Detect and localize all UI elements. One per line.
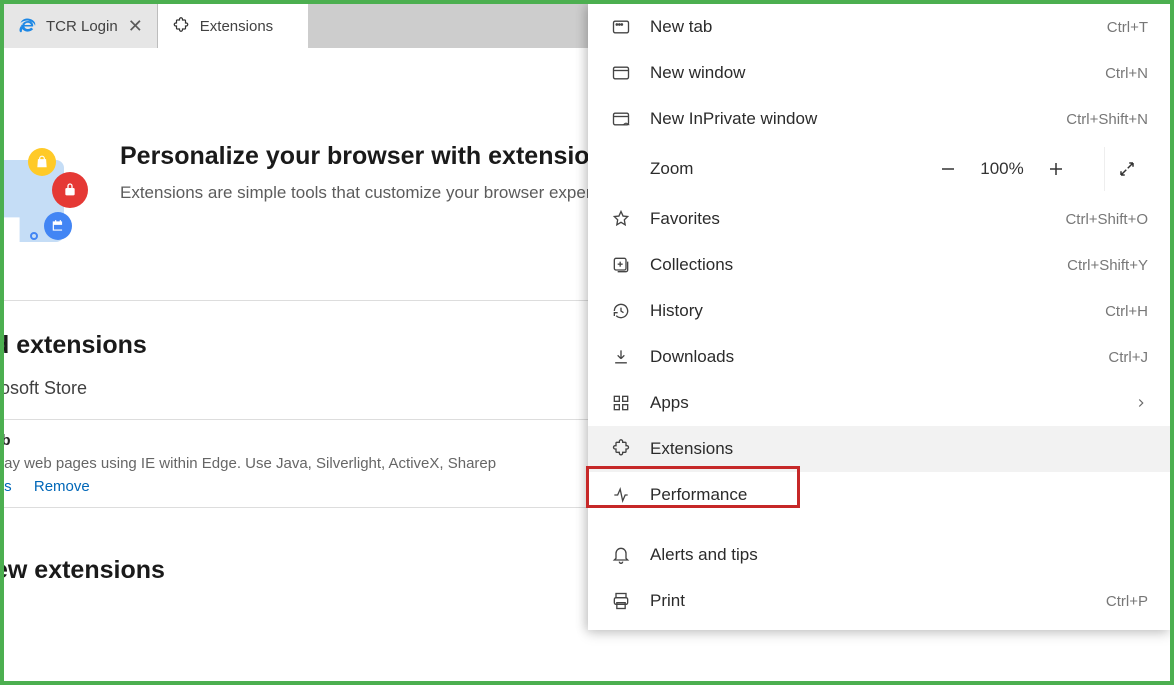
performance-icon xyxy=(610,484,632,506)
extension-icon xyxy=(610,438,632,460)
history-icon xyxy=(610,300,632,322)
menu-item-label: Collections xyxy=(650,255,1049,275)
menu-item-label: Alerts and tips xyxy=(650,545,1148,565)
tab-title: Extensions xyxy=(200,18,273,35)
tab-title: TCR Login xyxy=(46,18,118,35)
menu-item-history[interactable]: History Ctrl+H xyxy=(588,288,1170,334)
shopping-bag-icon xyxy=(28,148,56,176)
menu-item-performance[interactable]: Performance xyxy=(588,472,1170,518)
menu-item-new-inprivate-window[interactable]: New InPrivate window Ctrl+Shift+N xyxy=(588,96,1170,142)
menu-item-label: New window xyxy=(650,63,1087,83)
menu-item-label: History xyxy=(650,301,1087,321)
ie-icon xyxy=(18,17,36,35)
menu-item-shortcut: Ctrl+P xyxy=(1106,593,1148,610)
zoom-controls: 100% xyxy=(926,147,1078,191)
zoom-in-button[interactable] xyxy=(1034,147,1078,191)
remove-link[interactable]: Remove xyxy=(34,478,90,495)
banner-art xyxy=(8,142,96,252)
menu-item-print[interactable]: Print Ctrl+P xyxy=(588,578,1170,624)
menu-item-shortcut: Ctrl+Shift+N xyxy=(1066,111,1148,128)
menu-item-label: Apps xyxy=(650,393,1116,413)
menu-item-label: Performance xyxy=(650,485,1148,505)
menu-item-collections[interactable]: Collections Ctrl+Shift+Y xyxy=(588,242,1170,288)
zoom-out-button[interactable] xyxy=(926,147,970,191)
menu-item-shortcut: Ctrl+N xyxy=(1105,65,1148,82)
menu-item-shortcut: Ctrl+Shift+Y xyxy=(1067,257,1148,274)
collections-icon xyxy=(610,254,632,276)
menu-item-extensions[interactable]: Extensions xyxy=(588,426,1170,472)
chevron-right-icon xyxy=(1134,396,1148,410)
puzzle-icon xyxy=(172,17,190,35)
close-icon[interactable]: ✕ xyxy=(128,16,143,37)
menu-zoom-row: Zoom 100% xyxy=(588,142,1170,196)
apps-icon xyxy=(610,392,632,414)
star-icon xyxy=(610,208,632,230)
menu-item-shortcut: Ctrl+Shift+O xyxy=(1065,211,1148,228)
menu-item-shortcut: Ctrl+T xyxy=(1107,19,1148,36)
menu-item-label: Downloads xyxy=(650,347,1090,367)
newwindow-icon xyxy=(610,62,632,84)
details-link[interactable]: tails xyxy=(0,478,12,495)
menu-item-favorites[interactable]: Favorites Ctrl+Shift+O xyxy=(588,196,1170,242)
menu-item-downloads[interactable]: Downloads Ctrl+J xyxy=(588,334,1170,380)
zoom-label: Zoom xyxy=(650,159,908,179)
menu-item-apps[interactable]: Apps xyxy=(588,380,1170,426)
menu-item-label: Favorites xyxy=(650,209,1047,229)
bell-icon xyxy=(610,544,632,566)
fullscreen-button[interactable] xyxy=(1104,147,1148,191)
calendar-icon xyxy=(44,212,72,240)
menu-item-label: New InPrivate window xyxy=(650,109,1048,129)
lock-icon xyxy=(52,172,88,208)
menu-item-alerts-and-tips[interactable]: Alerts and tips xyxy=(588,532,1170,578)
menu-item-shortcut: Ctrl+H xyxy=(1105,303,1148,320)
inprivate-icon xyxy=(610,108,632,130)
menu-item-new-tab[interactable]: New tab Ctrl+T xyxy=(588,4,1170,50)
download-icon xyxy=(610,346,632,368)
tab-tcr-login[interactable]: TCR Login ✕ xyxy=(4,4,158,48)
print-icon xyxy=(610,590,632,612)
settings-menu: New tab Ctrl+T New window Ctrl+N New InPriva… xyxy=(588,4,1170,630)
menu-item-new-window[interactable]: New window Ctrl+N xyxy=(588,50,1170,96)
newtab-icon xyxy=(610,16,632,38)
menu-item-label: New tab xyxy=(650,17,1089,37)
zoom-value: 100% xyxy=(970,159,1034,179)
menu-item-label: Extensions xyxy=(650,439,1148,459)
menu-item-shortcut: Ctrl+J xyxy=(1108,349,1148,366)
tab-extensions[interactable]: Extensions xyxy=(158,4,308,48)
menu-item-label: Print xyxy=(650,591,1088,611)
